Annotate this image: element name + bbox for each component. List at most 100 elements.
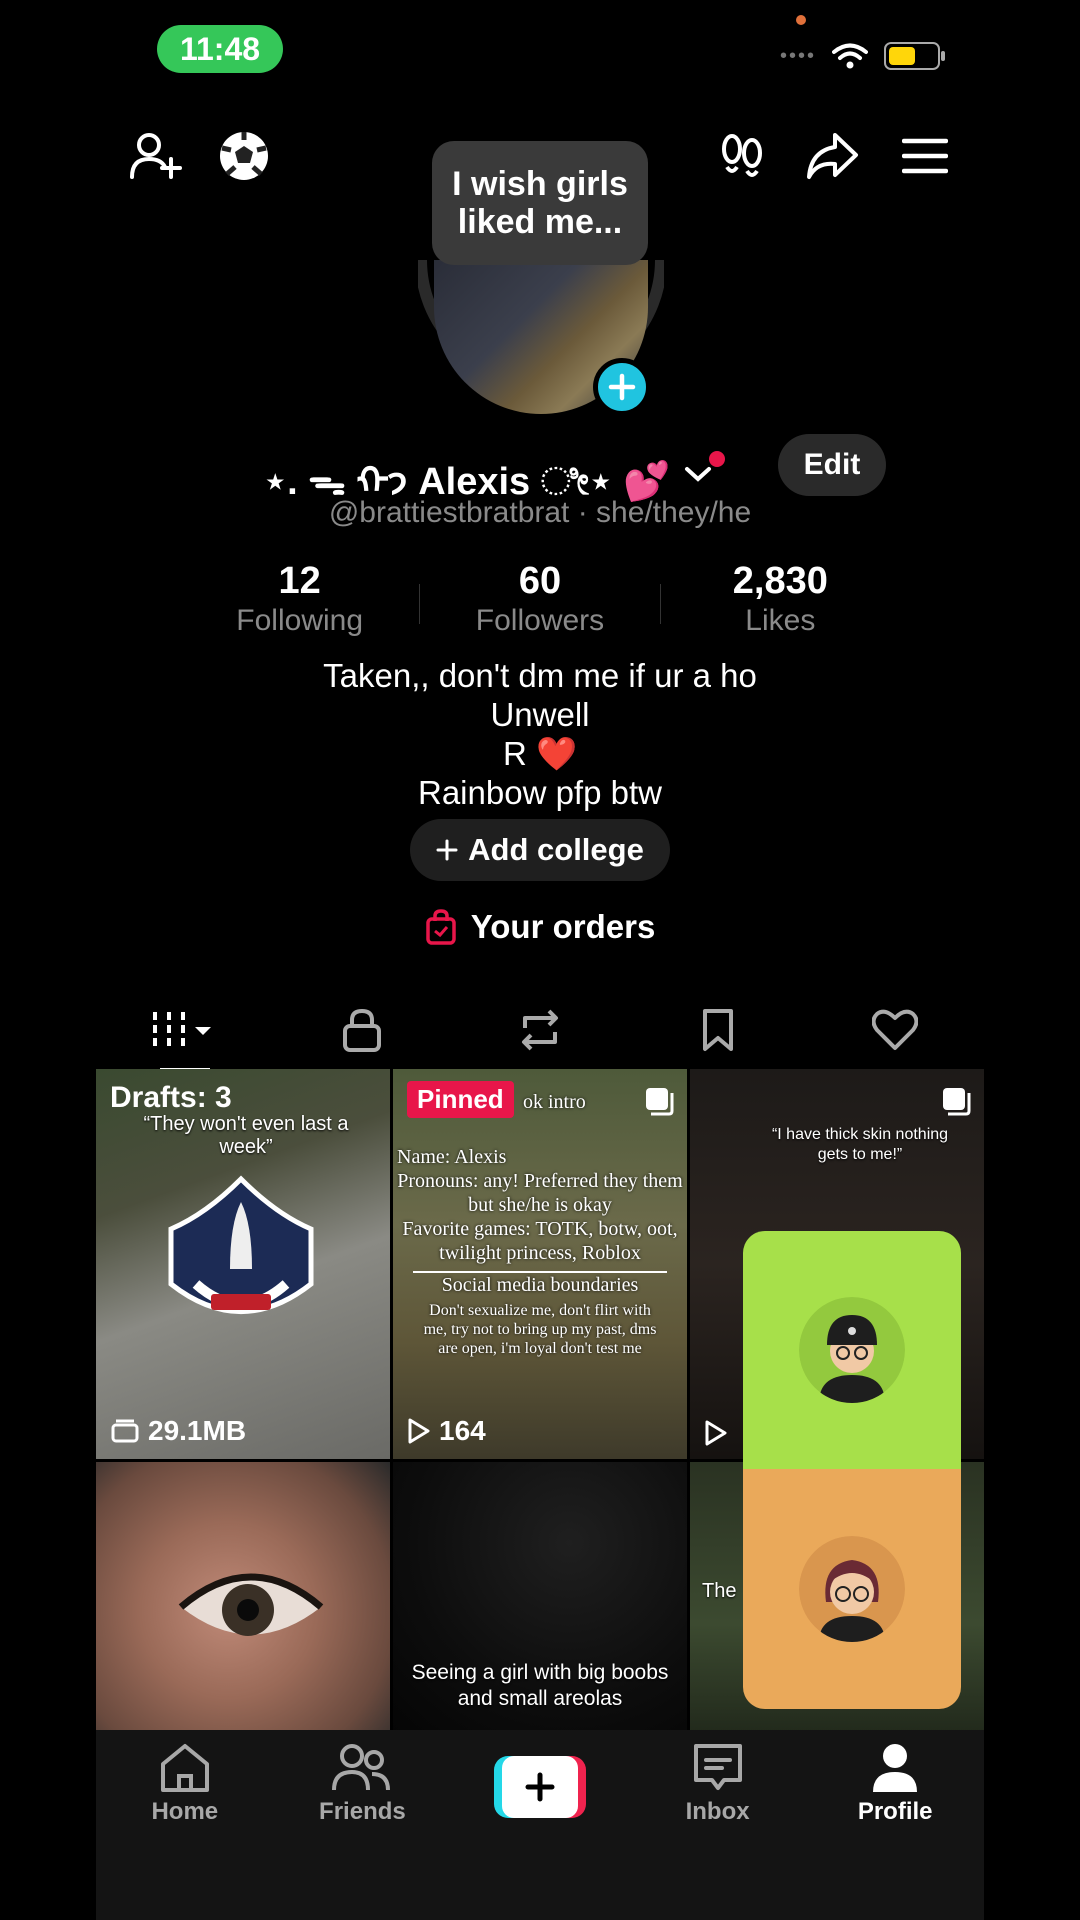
overlay-line: Name: Alexis: [397, 1146, 507, 1168]
tab-private[interactable]: [274, 990, 452, 1070]
nav-home-label: Home: [151, 1798, 219, 1825]
cartoon-avatar-glasses: [799, 1536, 905, 1642]
avatar-top-panel: [743, 1231, 961, 1469]
bio-line: Rainbow pfp btw: [418, 774, 662, 811]
avatar-bottom-panel: [743, 1469, 961, 1709]
stat-value: 60: [518, 560, 562, 602]
add-story-button[interactable]: [593, 358, 651, 416]
plus-icon: [608, 373, 636, 401]
video-caption: “They won't even last a week”: [143, 1113, 349, 1158]
stat-label: Likes: [745, 604, 816, 637]
video-caption-title: ok intro: [523, 1091, 586, 1113]
cartoon-avatar-beanie: [799, 1297, 905, 1403]
heart-emoji: ❤️: [535, 735, 578, 772]
home-icon: [160, 1744, 209, 1792]
overlay-line: Pronouns: any! Preferred they them but s…: [397, 1170, 683, 1216]
bio-line: Unwell: [490, 696, 590, 733]
nav-inbox[interactable]: Inbox: [629, 1742, 807, 1862]
tab-reposts[interactable]: [451, 990, 629, 1070]
create-button[interactable]: [493, 1756, 586, 1818]
play-icon: [705, 1420, 727, 1446]
bio: Taken,, don't dm me if ur a ho Unwell R …: [0, 656, 1080, 812]
video-caption: “I have thick skin nothing gets to me!”: [771, 1126, 949, 1163]
draft-size: 29.1MB: [110, 1415, 246, 1447]
overlay-line: Favorite games: TOTK, botw, oot, twiligh…: [402, 1218, 678, 1264]
folder-icon: [111, 1419, 139, 1443]
stat-value: 2,830: [732, 560, 828, 602]
drafts-count: Drafts: 3: [110, 1081, 232, 1114]
overlay-line: Social media boundaries: [413, 1271, 667, 1297]
your-orders-link[interactable]: Your orders: [0, 908, 1080, 946]
nav-inbox-label: Inbox: [685, 1798, 750, 1825]
grid-icon: [152, 1012, 211, 1048]
add-college-label: Add college: [468, 832, 644, 867]
bio-line: Taken,, don't dm me if ur a ho: [323, 657, 757, 694]
wifi-icon: [832, 43, 868, 69]
nav-create[interactable]: [451, 1742, 629, 1862]
stat-value: 12: [278, 560, 321, 602]
add-friend-icon[interactable]: [124, 124, 188, 188]
overlay-line: Don't sexualize me, don't flirt with me,…: [423, 1302, 657, 1357]
floating-avatar-card[interactable]: [743, 1231, 961, 1709]
chevron-down-icon[interactable]: [683, 463, 713, 485]
status-time: 11:48: [157, 25, 283, 73]
cellular-signal-icon: ••••: [779, 44, 816, 67]
add-college-button[interactable]: Add college: [410, 819, 670, 881]
photo-mode-icon: [943, 1088, 971, 1116]
profile-stats: 12 Following 60 Followers 2,830 Likes: [180, 558, 900, 638]
stat-likes[interactable]: 2,830 Likes: [661, 558, 900, 638]
heart-icon: [872, 1009, 919, 1050]
shuttle-sticker-image: [168, 1175, 314, 1314]
draft-size-label: 29.1MB: [148, 1415, 247, 1446]
nav-friends[interactable]: Friends: [274, 1742, 452, 1862]
footprints-icon[interactable]: [710, 124, 774, 188]
drafts-tile[interactable]: Drafts: 3 “They won't even last a week” …: [96, 1069, 390, 1459]
view-count: 164: [407, 1415, 486, 1447]
pinned-video-tile[interactable]: Pinned ok intro Name: Alexis Pronouns: a…: [393, 1069, 687, 1459]
view-count-label: 164: [439, 1415, 486, 1446]
plus-icon: [525, 1772, 555, 1802]
plus-icon: [436, 839, 458, 861]
eye-closeup-image: [178, 1573, 324, 1636]
tab-liked[interactable]: [806, 990, 984, 1070]
notification-dot: [708, 451, 725, 467]
battery-icon: [884, 42, 945, 70]
edit-profile-button[interactable]: Edit: [778, 434, 886, 496]
shopping-bag-icon: [425, 909, 456, 945]
repost-icon: [521, 1009, 558, 1051]
status-icons: ••••: [779, 36, 945, 76]
your-orders-label: Your orders: [470, 908, 656, 945]
bookmark-icon: [702, 1009, 733, 1051]
bio-text: R: [502, 735, 527, 772]
stat-label: Followers: [475, 604, 605, 637]
stat-followers[interactable]: 60 Followers: [420, 558, 659, 638]
nav-profile-label: Profile: [857, 1798, 933, 1825]
stat-label: Following: [236, 604, 364, 637]
video-overlay-text: Name: Alexis Pronouns: any! Preferred th…: [397, 1145, 683, 1358]
username-pronouns: @brattiestbratbrat · she/they/he: [328, 496, 752, 529]
mood-bubble[interactable]: I wish girls liked me...: [432, 141, 648, 265]
nav-friends-label: Friends: [319, 1798, 406, 1825]
lock-icon: [343, 1008, 382, 1052]
profile-icon: [873, 1744, 918, 1792]
soccer-ball-icon[interactable]: [212, 124, 276, 188]
profile-tabs: [96, 990, 984, 1072]
stat-following[interactable]: 12 Following: [180, 558, 419, 638]
bottom-nav: Home Friends Inbox Profile: [96, 1730, 984, 1920]
privacy-indicator-dot: [796, 15, 806, 25]
photo-mode-icon: [646, 1088, 674, 1116]
tab-favorites[interactable]: [629, 990, 807, 1070]
nav-profile[interactable]: Profile: [806, 1742, 984, 1862]
video-caption: Seeing a girl with big boobs and small a…: [411, 1661, 669, 1710]
friends-icon: [332, 1744, 391, 1791]
share-icon[interactable]: [800, 124, 864, 188]
video-tile[interactable]: [96, 1462, 390, 1732]
menu-icon[interactable]: [893, 124, 957, 188]
tab-videos[interactable]: [96, 990, 274, 1072]
play-icon: [408, 1418, 430, 1444]
bio-line: R ❤️: [0, 734, 1080, 773]
video-caption: The: [702, 1580, 737, 1602]
pinned-badge: Pinned: [407, 1081, 514, 1118]
nav-home[interactable]: Home: [96, 1742, 274, 1862]
video-tile[interactable]: Seeing a girl with big boobs and small a…: [393, 1462, 687, 1732]
